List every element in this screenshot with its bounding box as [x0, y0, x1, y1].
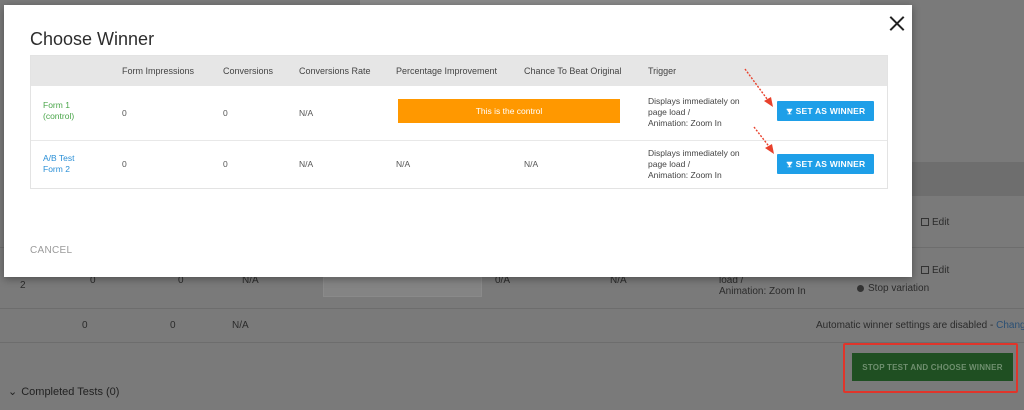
edit-icon	[921, 266, 929, 274]
set-as-winner-button[interactable]: SET AS WINNER	[777, 101, 874, 121]
trigger-line: page load /	[648, 159, 691, 169]
trophy-icon	[786, 161, 793, 168]
bg-row-name: 2	[20, 280, 26, 291]
stop-icon	[857, 285, 864, 292]
col-form-impressions: Form Impressions	[122, 66, 195, 76]
cell-conversions: 0	[223, 159, 228, 169]
bg-auto-winner-text: Automatic winner settings are disabled -…	[816, 320, 1024, 331]
modal-title: Choose Winner	[30, 29, 155, 49]
col-percentage-improvement: Percentage Improvement	[396, 66, 498, 76]
form-name-line: A/B Test	[43, 153, 75, 163]
bg-total-conversions: 0	[170, 320, 176, 331]
chevron-down-icon: ⌄	[8, 386, 18, 398]
bg-edit-link[interactable]: Edit	[921, 265, 949, 276]
edit-icon	[921, 218, 929, 226]
form-name-line: Form 1	[43, 100, 70, 110]
cell-rate: N/A	[299, 159, 314, 169]
cell-trigger: Displays immediately on page load / Anim…	[648, 148, 758, 181]
col-conversions: Conversions	[223, 66, 274, 76]
bg-row-divider	[0, 308, 1024, 309]
cell-impressions: 0	[122, 108, 127, 118]
bg-control-box	[323, 277, 482, 297]
col-trigger: Trigger	[648, 66, 677, 76]
bg-change-link[interactable]: Change	[996, 320, 1024, 331]
set-as-winner-button[interactable]: SET AS WINNER	[777, 154, 874, 174]
button-label: SET AS WINNER	[795, 106, 866, 116]
button-label: SET AS WINNER	[795, 159, 866, 169]
close-icon[interactable]	[884, 11, 910, 37]
bg-header-strip	[912, 162, 1024, 196]
form-2-link[interactable]: A/B Test Form 2	[43, 153, 103, 175]
completed-tests-toggle[interactable]: ⌄ Completed Tests (0)	[8, 385, 119, 398]
cell-improvement: N/A	[396, 159, 411, 169]
bg-edit-link[interactable]: Edit	[921, 217, 949, 228]
bg-total-rate: N/A	[232, 320, 249, 331]
col-conversions-rate: Conversions Rate	[299, 66, 371, 76]
bg-total-impressions: 0	[82, 320, 88, 331]
cancel-button[interactable]: CANCEL	[30, 245, 72, 256]
col-chance-to-beat-original: Chance To Beat Original	[524, 66, 622, 76]
cell-impressions: 0	[122, 159, 127, 169]
bg-stop-variation[interactable]: Stop variation	[857, 283, 929, 294]
trigger-line: Animation: Zoom In	[648, 170, 722, 180]
stop-test-button[interactable]: STOP TEST AND CHOOSE WINNER	[852, 353, 1013, 381]
form-name-line: (control)	[43, 111, 75, 121]
annotation-arrow	[744, 68, 773, 107]
cell-conversions: 0	[223, 108, 228, 118]
control-indicator: This is the control	[398, 99, 620, 123]
cell-chance: N/A	[524, 159, 539, 169]
trigger-line: Animation: Zoom In	[648, 118, 722, 128]
trophy-icon	[786, 108, 793, 115]
trigger-line: Displays immediately on	[648, 148, 740, 158]
annotation-arrow	[753, 126, 774, 154]
form-1-link[interactable]: Form 1 (control)	[43, 100, 103, 122]
choose-winner-modal: Choose Winner Form Impressions Conversio…	[4, 5, 912, 277]
cell-rate: N/A	[299, 108, 314, 118]
bg-row-trigger-2: Animation: Zoom In	[719, 286, 806, 297]
form-name-line: Form 2	[43, 164, 70, 174]
